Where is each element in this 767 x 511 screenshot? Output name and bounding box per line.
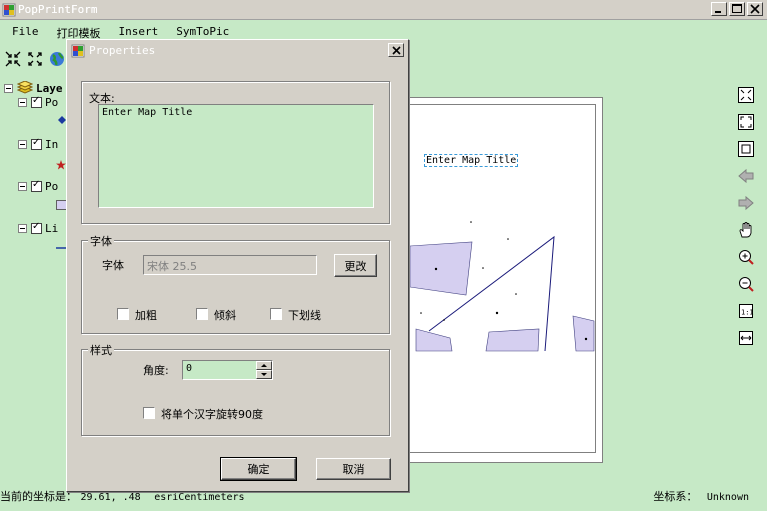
text-input[interactable]: Enter Map Title (98, 104, 374, 208)
layout-tools: 1:1 (737, 86, 757, 356)
style-group-label: 样式 (88, 342, 114, 358)
font-group-label: 字体 (88, 233, 114, 249)
coord-value: 29.61, .48 (80, 492, 141, 503)
text-group: 文本: Enter Map Title (81, 81, 390, 224)
forward-arrow-icon[interactable] (737, 194, 755, 212)
chevron-down-icon (261, 373, 267, 376)
svg-text:1:1: 1:1 (741, 309, 754, 317)
full-extent-icon[interactable] (737, 140, 755, 158)
crs-readout: 坐标系： Unknown (653, 488, 749, 504)
chevron-up-icon (261, 364, 267, 367)
layer-visibility-checkbox[interactable] (31, 137, 42, 150)
zoom-in-fixed-icon[interactable] (737, 86, 755, 104)
toc-layer-row[interactable]: In (14, 136, 58, 152)
underline-checkbox[interactable] (270, 308, 282, 320)
rotate-char-checkbox[interactable] (143, 407, 155, 419)
cancel-button[interactable]: 取消 (316, 458, 391, 480)
zoom-in-fixed-icon[interactable] (4, 50, 22, 68)
zoom-out-fixed-icon[interactable] (26, 50, 44, 68)
layer-name: Po (45, 95, 59, 109)
layer-visibility-checkbox[interactable] (31, 179, 42, 192)
dialog-close-button[interactable] (388, 43, 404, 57)
maximize-icon (732, 4, 742, 13)
menu-file[interactable]: File (0, 22, 45, 42)
app-icon (71, 44, 85, 58)
collapse-icon[interactable] (18, 223, 27, 233)
zoom-100-percent-icon[interactable]: 1:1 (737, 302, 755, 320)
layer-name: In (45, 137, 59, 151)
maximize-button[interactable] (729, 2, 745, 16)
bold-checkbox[interactable] (117, 308, 129, 320)
minimize-icon (715, 11, 721, 13)
collapse-icon[interactable] (18, 139, 27, 149)
point-symbol-icon (58, 116, 66, 124)
collapse-icon[interactable] (18, 97, 27, 107)
style-group: 样式 角度: 0 将单个汉字旋转90度 (81, 342, 390, 436)
collapse-icon[interactable] (4, 83, 13, 93)
layer-visibility-checkbox[interactable] (31, 95, 42, 108)
units-value: esriCentimeters (154, 492, 245, 503)
angle-spinner[interactable] (256, 361, 272, 379)
spin-down-button[interactable] (256, 370, 272, 379)
font-display-field: 宋体 25.5 (143, 255, 317, 275)
collapse-icon[interactable] (18, 181, 27, 191)
crs-label: 坐标系： (653, 490, 698, 503)
rotate-char-label: 将单个汉字旋转90度 (161, 408, 263, 421)
change-font-button[interactable]: 更改 (334, 254, 377, 277)
main-titlebar[interactable]: PopPrintForm (0, 0, 767, 20)
close-icon (750, 4, 760, 14)
minimize-button[interactable] (711, 2, 727, 16)
map-title-element[interactable]: Enter Map Title (424, 154, 519, 167)
layers-icon (17, 81, 33, 94)
italic-label: 倾斜 (214, 309, 236, 322)
layout-page: Enter Map Title (409, 104, 596, 453)
pan-hand-icon[interactable] (737, 221, 755, 239)
page-layout-view[interactable]: Enter Map Title (404, 97, 603, 463)
layer-name: Po (45, 179, 59, 193)
properties-dialog: Properties 文本: Enter Map Title 字体 字体 宋体 … (66, 39, 409, 492)
dialog-titlebar[interactable]: Properties (69, 42, 406, 60)
layer-name: Li (45, 221, 59, 235)
globe-icon[interactable] (48, 50, 66, 68)
italic-checkbox[interactable] (196, 308, 208, 320)
font-label: 字体 (102, 259, 124, 272)
app-icon (2, 3, 16, 17)
zoom-out-fixed-icon[interactable] (737, 113, 755, 131)
map-frame[interactable] (410, 203, 595, 453)
close-icon (392, 46, 401, 55)
toc-layer-row[interactable]: Li (14, 220, 58, 236)
crs-value: Unknown (706, 492, 749, 503)
layer-visibility-checkbox[interactable] (31, 221, 42, 234)
star-symbol-icon (56, 160, 66, 170)
font-group: 字体 字体 宋体 25.5 更改 加粗 倾斜 下划线 (81, 233, 390, 334)
zoom-in-icon[interactable] (737, 248, 755, 266)
spin-up-button[interactable] (256, 361, 272, 370)
back-arrow-icon[interactable] (737, 167, 755, 185)
close-button[interactable] (747, 2, 763, 16)
dialog-title: Properties (89, 44, 156, 57)
toc-root-label: Laye (36, 81, 63, 95)
angle-label: 角度: (143, 364, 169, 377)
toc-layer-row[interactable]: Po (14, 94, 58, 110)
main-toolbar (0, 50, 66, 72)
window-title: PopPrintForm (18, 3, 98, 16)
zoom-whole-page-icon[interactable] (737, 329, 755, 347)
zoom-out-icon[interactable] (737, 275, 755, 293)
ok-button[interactable]: 确定 (220, 457, 297, 481)
toc-layer-row[interactable]: Po (14, 178, 58, 194)
bold-label: 加粗 (135, 309, 157, 322)
underline-label: 下划线 (288, 309, 321, 322)
